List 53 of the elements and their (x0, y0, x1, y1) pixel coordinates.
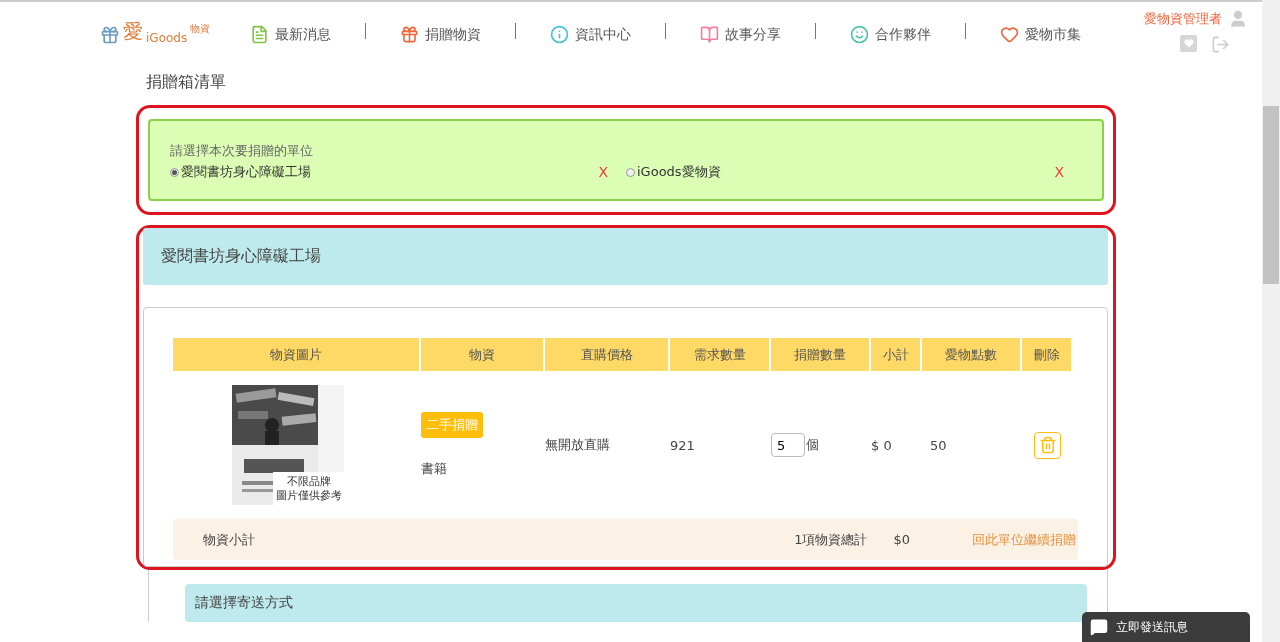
info-icon (550, 24, 569, 44)
heart-icon (1000, 24, 1019, 44)
section-header: 愛閱書坊身心障礙工場 (143, 228, 1108, 285)
column-header: 小計 (871, 338, 922, 371)
summary-label: 物資小計 (203, 530, 255, 549)
nav-link[interactable]: 愛物市集 (1000, 18, 1081, 44)
total-text: $0 (893, 532, 910, 547)
quantity-field[interactable]: 5 (771, 433, 805, 457)
price-text: 無開放直購 (545, 436, 610, 454)
gift-icon (400, 24, 419, 44)
unit-option-label[interactable]: iGoods愛物資 (637, 163, 721, 181)
book-icon (700, 24, 719, 44)
item-name: 書籍 (421, 460, 447, 478)
column-header: 愛物點數 (922, 338, 1022, 371)
item-count: 1項物資總計 (794, 530, 868, 549)
picker-prompt: 請選擇本次要捐贈的單位 (170, 143, 314, 160)
chat-button[interactable]: 立即發送訊息 (1082, 612, 1250, 642)
needed-quantity: 921 (670, 437, 695, 453)
column-header: 直購價格 (545, 338, 670, 371)
condition-tag: 二手捐贈 (421, 412, 483, 438)
column-header: 需求數量 (670, 338, 771, 371)
remove-button[interactable]: X (598, 164, 608, 180)
unit-text: 個 (806, 436, 819, 454)
page-title: 捐贈箱清單 (146, 72, 227, 93)
nav-link[interactable]: 資訊中心 (550, 18, 631, 44)
column-header: 刪除 (1022, 338, 1073, 371)
nav-link[interactable]: 合作夥伴 (850, 18, 931, 44)
chat-icon (1090, 618, 1108, 636)
logo-text: 愛 (123, 17, 143, 45)
points-text: 50 (930, 437, 947, 453)
user-icon[interactable] (1228, 8, 1248, 29)
gift-logo-icon (100, 24, 120, 45)
unit-option-label[interactable]: 愛閱書坊身心障礙工場 (181, 163, 311, 181)
subtotal-text: $ 0 (871, 437, 892, 453)
radio-button[interactable] (626, 167, 635, 177)
logout-icon[interactable] (1211, 34, 1230, 54)
radio-button[interactable] (170, 167, 179, 177)
remove-button[interactable]: X (1054, 164, 1064, 180)
caption-text: 圖片僅供參考 (276, 488, 342, 503)
nav-link[interactable]: 捐贈物資 (400, 18, 481, 44)
column-header: 物資 (421, 338, 545, 371)
caption-text: 不限品牌 (287, 473, 331, 489)
logo-subtext: 物資 (190, 21, 211, 36)
column-header: 捐贈數量 (771, 338, 871, 371)
scrollbar[interactable] (1262, 0, 1280, 642)
nav-link[interactable]: 故事分享 (700, 18, 781, 44)
document-icon (250, 24, 269, 44)
delete-button[interactable] (1034, 431, 1061, 459)
smile-icon (850, 24, 869, 44)
shipping-header: 請選擇寄送方式 (185, 584, 1087, 622)
nav-link[interactable]: 最新消息 (250, 18, 331, 44)
logo-brand: iGoods (146, 30, 188, 45)
column-header: 物資圖片 (173, 338, 421, 371)
